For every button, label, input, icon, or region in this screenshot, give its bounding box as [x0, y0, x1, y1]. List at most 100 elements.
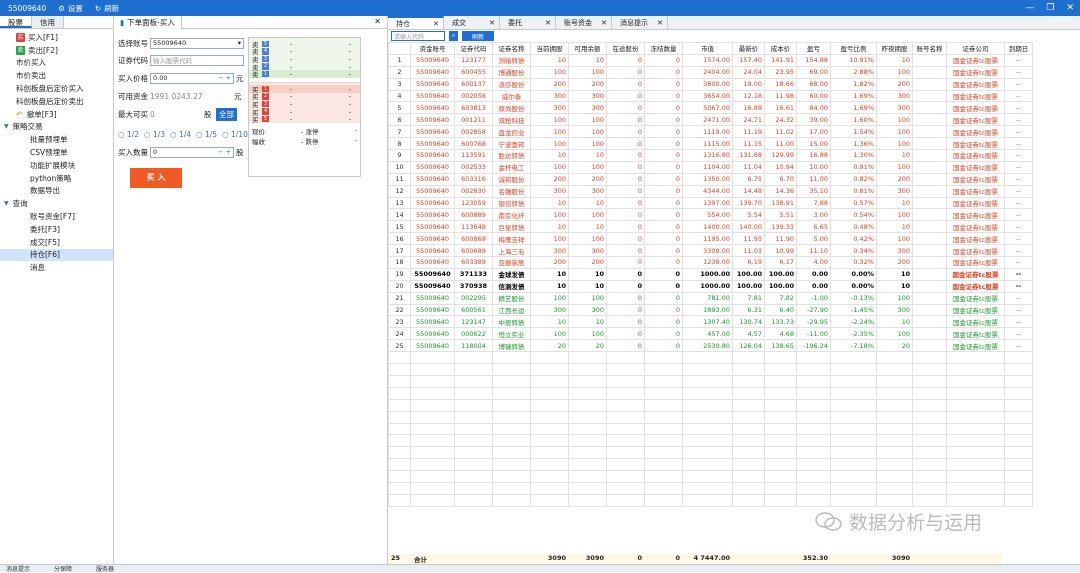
- account-select[interactable]: 55009640 ▾: [150, 37, 244, 49]
- table-row[interactable]: 8 55009640 600768 宁波富邦 100 100 0 0 1115.00 11.15 1…: [388, 137, 1033, 151]
- table-row[interactable]: 12 55009640 002830 名雕股份 300 300 0 0 4344.00 14.48…: [388, 184, 1033, 198]
- expand-arrow-icon[interactable]: ▼: [4, 123, 9, 130]
- sidebar-item-17[interactable]: 持仓[F6]: [0, 248, 113, 262]
- all-button[interactable]: 全部: [216, 107, 237, 121]
- column-header-14[interactable]: 账号名称: [912, 42, 947, 55]
- tab-3[interactable]: 账号资金 ✕: [556, 16, 612, 29]
- buy-button[interactable]: 买 入: [130, 168, 182, 188]
- expand-arrow-icon[interactable]: ▼: [4, 200, 9, 207]
- close-icon[interactable]: ✕: [545, 19, 551, 27]
- plus-icon[interactable]: +: [226, 74, 231, 82]
- search-input[interactable]: 请输入代码: [391, 31, 445, 41]
- fraction-option-0[interactable]: ○ 1/2: [118, 130, 139, 139]
- tab-4[interactable]: 消息提示 ✕: [612, 16, 668, 29]
- sidebar-item-10[interactable]: 功能扩展模块: [0, 159, 113, 172]
- table-row[interactable]: 1 55009640 123177 测绘转债 10 10 0 0 1574.00 157.40 14…: [388, 53, 1033, 67]
- sidebar-item-13[interactable]: ▼ 查询: [0, 197, 113, 210]
- column-header-1[interactable]: 资金账号: [410, 42, 455, 55]
- close-icon[interactable]: ✕: [489, 19, 495, 27]
- table-row[interactable]: 13 55009640 123059 银信转债 10 10 0 0 1397.00 139.70 1…: [388, 196, 1033, 210]
- table-row[interactable]: 16 55009640 600868 梅雁吉祥 100 100 0 0 1195.00 11.95…: [388, 232, 1033, 246]
- code-input[interactable]: 输入股票代码: [150, 54, 244, 66]
- sidebar-item-15[interactable]: 委托[F3]: [0, 223, 113, 236]
- table-row[interactable]: 24 55009640 000622 恒立实业 100 100 0 0 457.00 4.57 4.…: [388, 327, 1033, 341]
- sidebar-item-11[interactable]: python策略: [0, 172, 113, 185]
- table-row[interactable]: 25 55009640 118004 博瑞转债 20 20 0 0 2530.80 126.04 1…: [388, 339, 1033, 353]
- column-header-6[interactable]: 在途股份: [606, 42, 645, 55]
- table-row[interactable]: 5 55009640 603813 原尚股份 300 300 0 0 5067.00 16.89 1…: [388, 101, 1033, 115]
- table-row[interactable]: 3 55009640 600137 浪莎股份 200 200 0 0 3800.00 19.00 1…: [388, 77, 1033, 91]
- sidebar-item-8[interactable]: 批量预埋单: [0, 133, 113, 146]
- column-header-4[interactable]: 当前拥股: [530, 42, 569, 55]
- restore-icon[interactable]: ❐: [1046, 3, 1054, 13]
- column-header-7[interactable]: 冻结数量: [644, 42, 683, 55]
- settings-button[interactable]: ⚙ 设置: [58, 3, 83, 14]
- table-row[interactable]: 14 55009640 600889 南京化纤 100 100 0 0 554.00 5.54 5.…: [388, 208, 1033, 222]
- sidebar-item-0[interactable]: 买买入[F1]: [0, 31, 113, 44]
- table-row[interactable]: 21 55009640 002295 精艺股份 100 100 0 0 781.00 7.81 7.…: [388, 291, 1033, 305]
- price-stepper[interactable]: 0.00− +: [150, 72, 234, 84]
- refresh-button[interactable]: 刷新: [462, 31, 494, 41]
- sidebar-item-4[interactable]: 科创板盘后定价买入: [0, 82, 113, 95]
- fraction-option-4[interactable]: ○ 1/10: [222, 130, 248, 139]
- close-icon[interactable]: ✕: [374, 17, 381, 26]
- minus-icon[interactable]: −: [218, 148, 223, 156]
- column-header-15[interactable]: 证券公司: [946, 42, 1005, 55]
- plus-icon[interactable]: +: [226, 148, 231, 156]
- sidebar-item-16[interactable]: 成交[F5]: [0, 236, 113, 249]
- close-icon[interactable]: ✕: [433, 20, 439, 28]
- tab-order-buy[interactable]: ▮ 下单面板-买入: [114, 15, 182, 29]
- table-row[interactable]: 15 55009640 113648 巨星转债 10 10 0 0 1400.00 140.00 1…: [388, 220, 1033, 234]
- sidebar-item-5[interactable]: 科创板盘后定价卖出: [0, 95, 113, 108]
- sidebar-item-3[interactable]: 市价卖出: [0, 69, 113, 82]
- tab-1[interactable]: 成交 ✕: [444, 16, 500, 29]
- column-header-13[interactable]: 昨夜拥股: [876, 42, 913, 55]
- table-row[interactable]: 17 55009640 600689 上海三毛 300 300 0 0 3309.00 11.03…: [388, 244, 1033, 258]
- fraction-option-2[interactable]: ○ 1/4: [170, 130, 191, 139]
- fraction-option-3[interactable]: ○ 1/5: [196, 130, 217, 139]
- column-header-5[interactable]: 可用余额: [568, 42, 607, 55]
- sidebar-item-1[interactable]: 卖卖出[F2]: [0, 44, 113, 57]
- table-row[interactable]: 10 55009640 002533 金杯电工 100 100 0 0 1104.00 11.04…: [388, 160, 1033, 174]
- tab-stock[interactable]: 股票: [0, 16, 32, 28]
- column-header-8[interactable]: 市值: [682, 42, 733, 55]
- table-row[interactable]: 23 55009640 123147 中辰转债 10 10 0 0 1307.40 130.74 1…: [388, 315, 1033, 329]
- qty-stepper[interactable]: 0− +: [150, 146, 234, 158]
- close-icon[interactable]: ✕: [1066, 3, 1074, 13]
- tab-2[interactable]: 委托 ✕: [500, 16, 556, 29]
- table-row[interactable]: 4 55009640 002058 威尔泰 300 300 0 0 3654.00 12.18 11…: [388, 89, 1033, 103]
- table-row[interactable]: 7 55009640 002858 盘龙药业 100 100 0 0 1119.00 11.19 1…: [388, 125, 1033, 139]
- refresh-button[interactable]: ↻ 刷新: [95, 3, 119, 14]
- column-header-16[interactable]: 到期日: [1004, 42, 1033, 55]
- column-header-2[interactable]: 证券代码: [454, 42, 493, 55]
- table-row[interactable]: 2 55009640 600455 博通股份 100 100 0 0 2404.00 24.04 2…: [388, 65, 1033, 79]
- search-icon[interactable]: ⌕: [449, 31, 458, 41]
- table-row[interactable]: 9 55009640 113591 胜达转债 10 10 0 0 1316.80 131.68 12…: [388, 149, 1033, 162]
- sidebar-item-12[interactable]: 数据导出: [0, 185, 113, 198]
- sidebar-item-6[interactable]: ↶ 撤单[F3]: [0, 108, 113, 121]
- table-row[interactable]: 18 55009640 603389 亚振家居 200 200 0 0 1238.00 6.19 6…: [388, 256, 1033, 269]
- sidebar-item-9[interactable]: CSV预埋单: [0, 146, 113, 159]
- sidebar-item-18[interactable]: 消息: [0, 261, 113, 274]
- table-row[interactable]: 11 55009640 603316 诚邦股份 200 200 0 0 1350.00 6.75 6…: [388, 172, 1033, 186]
- column-header-10[interactable]: 成本价: [764, 42, 797, 55]
- table-row[interactable]: 6 55009640 001211 双枪科技 100 100 0 0 2471.00 24.71 2…: [388, 113, 1033, 127]
- fraction-option-1[interactable]: ○ 1/3: [144, 130, 165, 139]
- table-row[interactable]: 22 55009640 600561 江西长运 300 300 0 0 1893.00 6.31 6…: [388, 303, 1033, 317]
- close-icon[interactable]: ✕: [657, 19, 663, 27]
- minimize-icon[interactable]: —: [1025, 3, 1034, 13]
- sidebar-item-2[interactable]: 市价买入: [0, 57, 113, 70]
- sidebar-item-14[interactable]: 账号资金[F7]: [0, 210, 113, 223]
- table-row[interactable]: 20 55009640 370938 信测发债 10 10 0 0 1000.00 100.00 1…: [388, 279, 1033, 293]
- column-header-9[interactable]: 最新价: [732, 42, 765, 55]
- sidebar-item-7[interactable]: ▼ 策略交易: [0, 121, 113, 134]
- table-row[interactable]: 19 55009640 371133 金球发债 10 10 0 0 1000.00 100.00 1…: [388, 267, 1033, 281]
- tab-0[interactable]: 持仓 ✕: [388, 16, 444, 29]
- tab-credit[interactable]: 信用: [32, 16, 64, 28]
- minus-icon[interactable]: −: [218, 74, 223, 82]
- close-icon[interactable]: ✕: [601, 19, 607, 27]
- column-header-11[interactable]: 盈亏: [796, 42, 831, 55]
- column-header-3[interactable]: 证券名称: [492, 42, 531, 55]
- column-header-0[interactable]: [388, 42, 411, 55]
- column-header-12[interactable]: 盈亏比例: [830, 42, 877, 55]
